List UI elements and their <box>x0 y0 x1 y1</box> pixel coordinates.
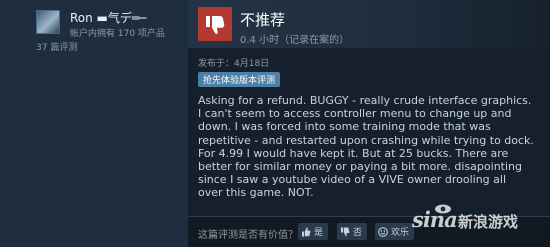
watermark-brand-name: 新浪游戏 <box>458 213 519 231</box>
vote-funny-label: 欢乐 <box>391 228 410 238</box>
vote-funny-button[interactable]: 欢乐 <box>375 223 415 240</box>
vote-yes-label: 是 <box>314 228 324 238</box>
products-owned[interactable]: 帐户内拥有 170 项产品 <box>70 26 165 39</box>
reviewer-name[interactable]: Ron ▬气デ═─ <box>70 9 146 26</box>
smiley-icon <box>378 226 388 237</box>
review-text: Asking for a refund. BUGGY - really crud… <box>198 94 534 200</box>
watermark-brand-latin: sina <box>412 207 458 232</box>
thumbs-up-icon <box>302 227 311 236</box>
reviewer-panel: Ron ▬气デ═─ 帐户内拥有 170 项产品 37 篇评测 <box>0 0 188 247</box>
reviews-count[interactable]: 37 篇评测 <box>36 40 77 53</box>
helpful-question: 这篇评测是否有价值？ <box>198 230 298 241</box>
posted-date: 发布于：4月18日 <box>198 59 270 69</box>
early-access-badge: 抢先体验版本评测 <box>198 72 281 87</box>
verdict-label: 不推荐 <box>240 11 286 29</box>
verdict-bar: 不推荐 0.4 小时（记录在案的） <box>188 0 550 48</box>
thumbs-down-icon <box>198 7 232 41</box>
sina-watermark: sina 新浪游戏 <box>412 203 548 243</box>
vote-no-label: 否 <box>353 228 363 238</box>
hours-played: 0.4 小时（记录在案的） <box>240 35 350 46</box>
vote-no-button[interactable]: 否 <box>337 223 368 240</box>
vote-yes-button[interactable]: 是 <box>298 223 329 240</box>
thumbs-down-icon <box>341 227 350 236</box>
avatar[interactable] <box>36 10 60 34</box>
